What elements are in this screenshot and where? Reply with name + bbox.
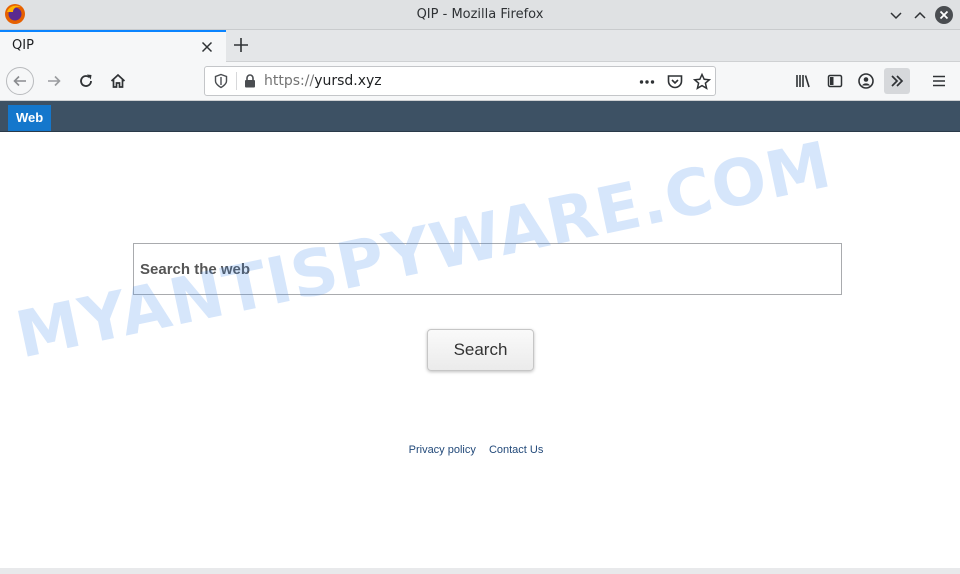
search-button[interactable]: Search bbox=[427, 329, 534, 371]
library-icon bbox=[796, 75, 810, 88]
url-host: yursd.xyz bbox=[314, 73, 382, 89]
url-scheme: https:// bbox=[264, 73, 315, 89]
reload-icon bbox=[80, 74, 92, 87]
privacy-policy-link[interactable]: Privacy policy bbox=[409, 444, 476, 456]
back-arrow-icon bbox=[13, 75, 26, 87]
library-button[interactable] bbox=[790, 68, 816, 94]
forward-arrow-icon bbox=[48, 75, 61, 87]
new-tab-icon[interactable] bbox=[230, 34, 252, 56]
minimize-icon[interactable] bbox=[886, 5, 906, 25]
tab-title: QIP bbox=[12, 38, 34, 53]
account-button[interactable] bbox=[853, 68, 879, 94]
url-bar[interactable]: https://yursd.xyz bbox=[204, 66, 716, 96]
pocket-icon[interactable] bbox=[665, 72, 685, 92]
back-button[interactable] bbox=[6, 67, 34, 95]
close-tab-icon[interactable] bbox=[199, 39, 215, 55]
reload-button[interactable] bbox=[72, 67, 100, 95]
maximize-icon[interactable] bbox=[910, 5, 930, 25]
sidebar-toggle-button[interactable] bbox=[822, 68, 848, 94]
chevron-double-right-icon bbox=[891, 75, 904, 87]
home-icon bbox=[110, 73, 126, 88]
site-nav-strip: Web bbox=[0, 101, 960, 132]
overflow-menu-button[interactable] bbox=[884, 68, 910, 94]
hamburger-menu-button[interactable] bbox=[926, 68, 952, 94]
url-text[interactable]: https://yursd.xyz bbox=[264, 73, 382, 89]
window-bottom-edge bbox=[0, 568, 960, 574]
lock-icon[interactable] bbox=[242, 73, 258, 89]
tab-strip: QIP bbox=[0, 30, 960, 62]
page-actions-more-icon[interactable] bbox=[637, 72, 657, 92]
window-title: QIP - Mozilla Firefox bbox=[416, 7, 544, 22]
urlbar-separator bbox=[236, 72, 237, 90]
close-window-icon[interactable] bbox=[934, 5, 954, 25]
web-tab[interactable]: Web bbox=[8, 105, 52, 131]
navigation-toolbar: https://yursd.xyz bbox=[0, 62, 960, 101]
page-content: Web Search Privacy policy Contact Us MYA… bbox=[0, 101, 960, 574]
forward-button[interactable] bbox=[40, 67, 68, 95]
account-icon bbox=[858, 73, 874, 89]
hamburger-menu-icon bbox=[933, 75, 945, 87]
window-titlebar: QIP - Mozilla Firefox bbox=[0, 0, 960, 30]
tab-qip[interactable]: QIP bbox=[0, 30, 226, 62]
home-button[interactable] bbox=[104, 67, 132, 95]
search-input[interactable] bbox=[133, 243, 842, 295]
sidebar-icon bbox=[827, 74, 843, 88]
bookmark-star-icon[interactable] bbox=[692, 72, 712, 92]
tracking-protection-shield-icon[interactable] bbox=[213, 73, 229, 89]
footer-links: Privacy policy Contact Us bbox=[0, 444, 952, 456]
contact-us-link[interactable]: Contact Us bbox=[489, 444, 543, 456]
